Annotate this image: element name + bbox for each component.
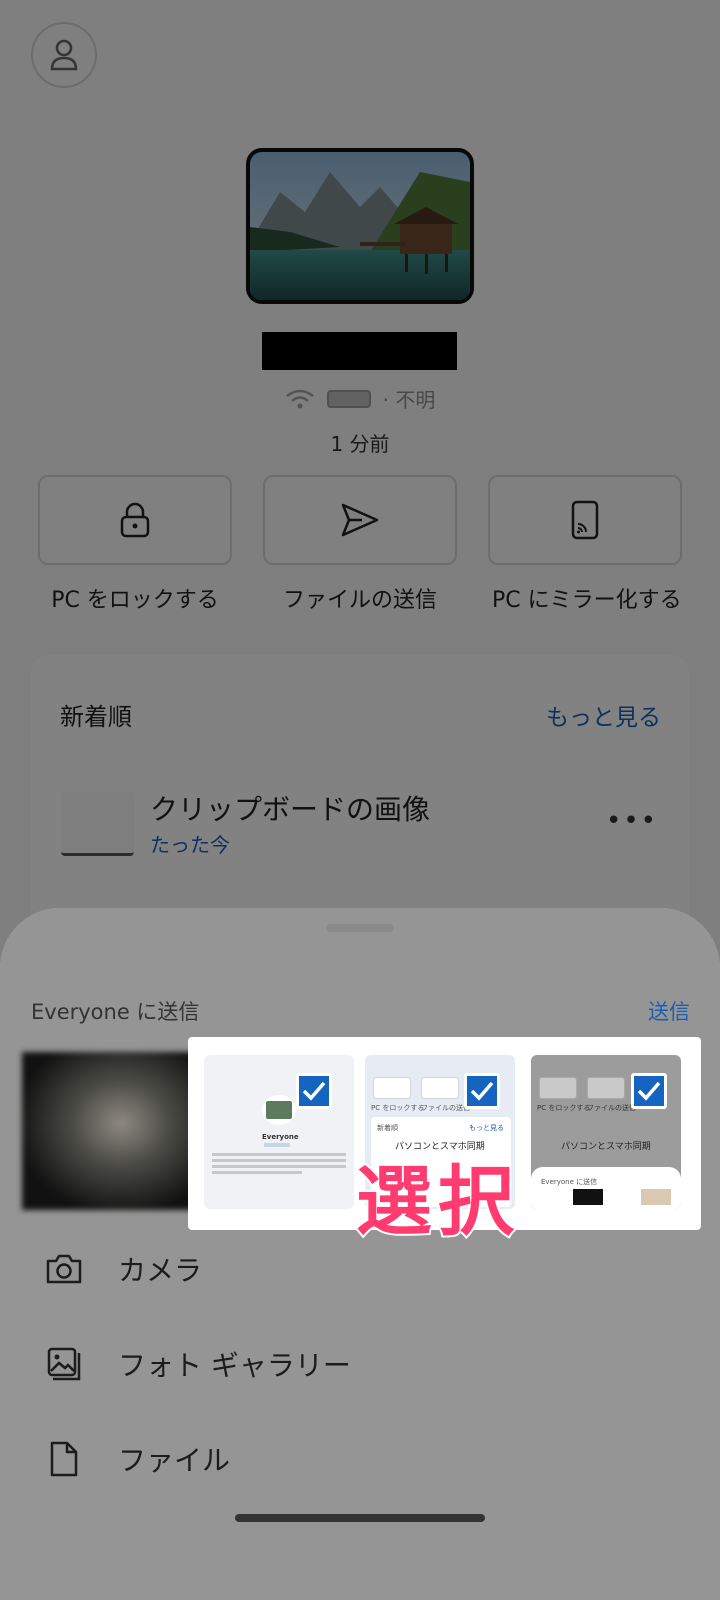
menu-file[interactable]: ファイル	[0, 1424, 720, 1494]
check-icon	[637, 1081, 661, 1101]
check-icon	[302, 1081, 326, 1101]
menu-camera-label: カメラ	[118, 1254, 203, 1287]
file-icon	[44, 1439, 84, 1479]
thumb3-item-label: パソコンとスマホ同期	[561, 1142, 651, 1152]
thumb2-more-label: もっと見る	[469, 1124, 504, 1132]
camera-icon	[44, 1249, 84, 1289]
menu-file-label: ファイル	[118, 1444, 231, 1477]
thumb1-title: Everyone	[262, 1133, 299, 1141]
thumb2-lock-label: PC をロックする	[371, 1104, 425, 1112]
menu-gallery[interactable]: フォト ギャラリー	[0, 1329, 720, 1399]
share-sheet-title: Everyone に送信	[31, 1000, 200, 1024]
checkbox-checked-3[interactable]	[631, 1073, 667, 1109]
thumb3-send-label: ファイルの送信	[587, 1104, 636, 1112]
thumb3-sheet-label: Everyone に送信	[541, 1178, 598, 1186]
thumb2-send-label: ファイルの送信	[421, 1104, 470, 1112]
home-indicator[interactable]	[235, 1514, 485, 1522]
drag-handle[interactable]	[326, 924, 394, 932]
checkbox-checked-2[interactable]	[464, 1073, 500, 1109]
check-icon	[470, 1081, 494, 1101]
menu-camera[interactable]: カメラ	[0, 1234, 720, 1304]
send-button[interactable]: 送信	[648, 996, 690, 1026]
recent-photo-thumbnail[interactable]	[22, 1052, 202, 1210]
thumb3-lock-label: PC をロックする	[537, 1104, 591, 1112]
menu-gallery-label: フォト ギャラリー	[118, 1349, 351, 1382]
gallery-icon	[44, 1344, 84, 1384]
thumb2-recent-label: 新着順	[377, 1124, 398, 1132]
checkbox-checked-1[interactable]	[296, 1073, 332, 1109]
